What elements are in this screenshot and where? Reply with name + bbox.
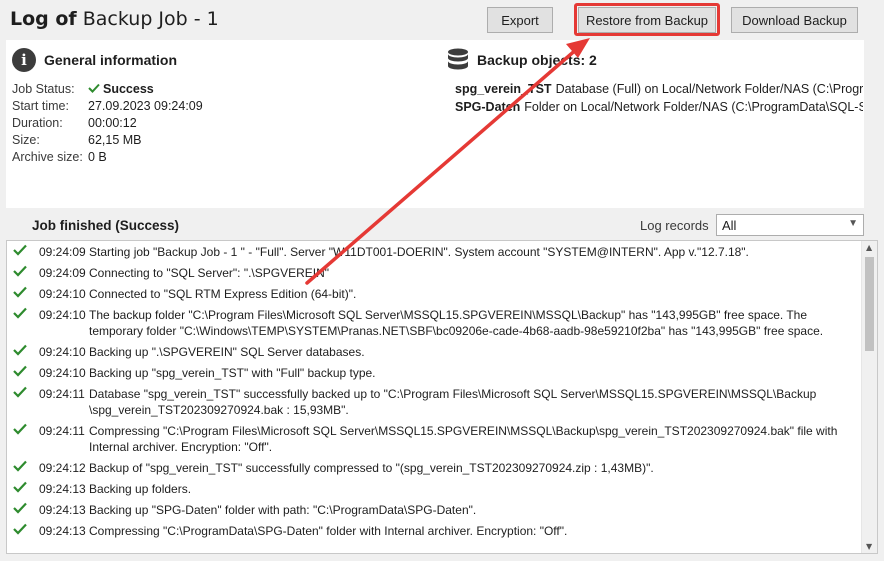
checkmark-icon — [13, 344, 35, 360]
log-records-select[interactable]: All ▼ — [716, 214, 864, 236]
general-info-title: General information — [44, 52, 178, 68]
log-entries: 09:24:09 Starting job "Backup Job - 1 " -… — [7, 241, 863, 541]
info-panel: i General information Job Status: Succes… — [6, 40, 864, 208]
log-entry[interactable]: 09:24:10 Backing up ".\SPGVEREIN" SQL Ser… — [7, 341, 863, 362]
duration-value: 00:00:12 — [88, 115, 137, 130]
log-records-value: All — [722, 217, 737, 233]
log-entry-time: 09:24:10 — [39, 345, 86, 359]
size-label: Size: — [12, 132, 40, 147]
log-entry-time: 09:24:10 — [39, 287, 86, 301]
log-entry[interactable]: 09:24:13 Compressing "C:\ProgramData\SPG-… — [7, 520, 863, 541]
log-scrollbar[interactable]: ▲ ▼ — [861, 241, 877, 553]
log-entry-message: Database "spg_verein_TST" successfully b… — [89, 387, 817, 417]
backup-object-name: spg_verein_TST — [455, 82, 552, 96]
start-time-value: 27.09.2023 09:24:09 — [88, 98, 203, 113]
log-entry-time: 09:24:10 — [39, 366, 86, 380]
log-entry-time: 09:24:09 — [39, 266, 86, 280]
title-job-name: Backup Job - 1 — [82, 8, 219, 30]
job-status-row: Job Status: Success — [12, 80, 203, 97]
log-entry-message: Backing up "SPG-Daten" folder with path:… — [89, 503, 477, 517]
checkmark-icon — [13, 502, 35, 518]
log-entry[interactable]: 09:24:09 Connecting to "SQL Server": ".\S… — [7, 262, 863, 283]
checkmark-icon — [13, 481, 35, 497]
log-entry[interactable]: 09:24:09 Starting job "Backup Job - 1 " -… — [7, 241, 863, 262]
restore-from-backup-button[interactable]: Restore from Backup — [578, 7, 716, 33]
job-status-value: Success — [88, 82, 154, 96]
log-entry[interactable]: 09:24:11 Database "spg_verein_TST" succes… — [7, 383, 863, 420]
log-entry-message: Backing up ".\SPGVEREIN" SQL Server data… — [89, 345, 365, 359]
backup-objects-heading: Backup objects: 2 — [447, 48, 597, 72]
duration-row: Duration: 00:00:12 — [12, 114, 203, 131]
panel-scrollbar[interactable] — [864, 40, 878, 208]
checkmark-icon — [13, 386, 35, 418]
scroll-up-icon[interactable]: ▲ — [866, 243, 872, 252]
log-entry-time: 09:24:09 — [39, 245, 86, 259]
log-entry-message: Connecting to "SQL Server": ".\SPGVEREIN… — [89, 266, 330, 280]
log-entry-message: Compressing "C:\ProgramData\SPG-Daten" f… — [89, 524, 568, 538]
backup-objects-list: spg_verein_TST Database (Full) on Local/… — [451, 80, 863, 116]
log-entry-time: 09:24:12 — [39, 461, 86, 475]
checkmark-icon — [13, 244, 35, 260]
archive-size-label: Archive size: — [12, 149, 83, 164]
checkmark-icon — [13, 265, 35, 281]
general-info-heading: i General information — [12, 48, 177, 72]
backup-object-item[interactable]: SPG-Daten Folder on Local/Network Folder… — [451, 98, 863, 116]
log-entry-message: Compressing "C:\Program Files\Microsoft … — [89, 424, 838, 454]
backup-object-name: SPG-Daten — [455, 100, 521, 114]
job-status-text: Success — [103, 81, 154, 96]
archive-size-value: 0 B — [88, 149, 107, 164]
checkmark-icon — [13, 286, 35, 302]
log-entry-message: Backing up folders. — [89, 482, 192, 496]
backup-object-item[interactable]: spg_verein_TST Database (Full) on Local/… — [451, 80, 863, 98]
log-list[interactable]: 09:24:09 Starting job "Backup Job - 1 " -… — [6, 240, 878, 554]
log-entry-time: 09:24:13 — [39, 482, 86, 496]
log-entry[interactable]: 09:24:12 Backup of "spg_verein_TST" succe… — [7, 457, 863, 478]
checkmark-icon — [13, 365, 35, 381]
job-status-label: Job Status: — [12, 81, 75, 96]
archive-size-row: Archive size: 0 B — [12, 148, 203, 165]
log-entry[interactable]: 09:24:10 Connected to "SQL RTM Express Ed… — [7, 283, 863, 304]
log-entry-time: 09:24:11 — [39, 387, 85, 401]
start-time-label: Start time: — [12, 98, 69, 113]
log-entry[interactable]: 09:24:10 The backup folder "C:\Program Fi… — [7, 304, 863, 341]
log-entry[interactable]: 09:24:13 Backing up "SPG-Daten" folder wi… — [7, 499, 863, 520]
backup-objects-title: Backup objects: 2 — [477, 52, 597, 68]
title-prefix: Log of — [10, 8, 77, 30]
scroll-down-icon[interactable]: ▼ — [866, 542, 872, 551]
log-entry-message: Starting job "Backup Job - 1 " - "Full".… — [89, 245, 749, 259]
chevron-down-icon: ▼ — [848, 218, 858, 229]
backup-object-desc: Database (Full) on Local/Network Folder/… — [555, 82, 863, 96]
log-entry-time: 09:24:13 — [39, 503, 86, 517]
log-entry[interactable]: 09:24:13 Backing up folders. — [7, 478, 863, 499]
log-entry-time: 09:24:11 — [39, 424, 85, 438]
download-backup-button[interactable]: Download Backup — [731, 7, 858, 33]
size-row: Size: 62,15 MB — [12, 131, 203, 148]
scroll-thumb[interactable] — [865, 257, 874, 351]
log-entry-message: Backing up "spg_verein_TST" with "Full" … — [89, 366, 376, 380]
checkmark-icon — [13, 307, 35, 339]
page-title: Log of Backup Job - 1 — [10, 8, 219, 30]
log-records-label: Log records — [640, 218, 709, 233]
log-entry-message: Backup of "spg_verein_TST" successfully … — [89, 461, 654, 475]
general-info-list: Job Status: Success Start time: 27.09.20… — [12, 80, 203, 165]
backup-object-desc: Folder on Local/Network Folder/NAS (C:\P… — [524, 100, 863, 114]
duration-label: Duration: — [12, 115, 63, 130]
export-button[interactable]: Export — [487, 7, 553, 33]
start-time-row: Start time: 27.09.2023 09:24:09 — [12, 97, 203, 114]
database-icon — [448, 48, 468, 70]
log-entry[interactable]: 09:24:11 Compressing "C:\Program Files\Mi… — [7, 420, 863, 457]
checkmark-icon — [88, 83, 100, 93]
log-entry-time: 09:24:10 — [39, 308, 86, 322]
job-finished-title: Job finished (Success) — [32, 218, 180, 233]
log-entry[interactable]: 09:24:10 Backing up "spg_verein_TST" with… — [7, 362, 863, 383]
log-entry-time: 09:24:13 — [39, 524, 86, 538]
size-value: 62,15 MB — [88, 132, 142, 147]
info-icon: i — [12, 48, 36, 72]
log-entry-message: The backup folder "C:\Program Files\Micr… — [89, 308, 824, 338]
log-entry-message: Connected to "SQL RTM Express Edition (6… — [89, 287, 357, 301]
checkmark-icon — [13, 423, 35, 455]
checkmark-icon — [13, 523, 35, 539]
checkmark-icon — [13, 460, 35, 476]
